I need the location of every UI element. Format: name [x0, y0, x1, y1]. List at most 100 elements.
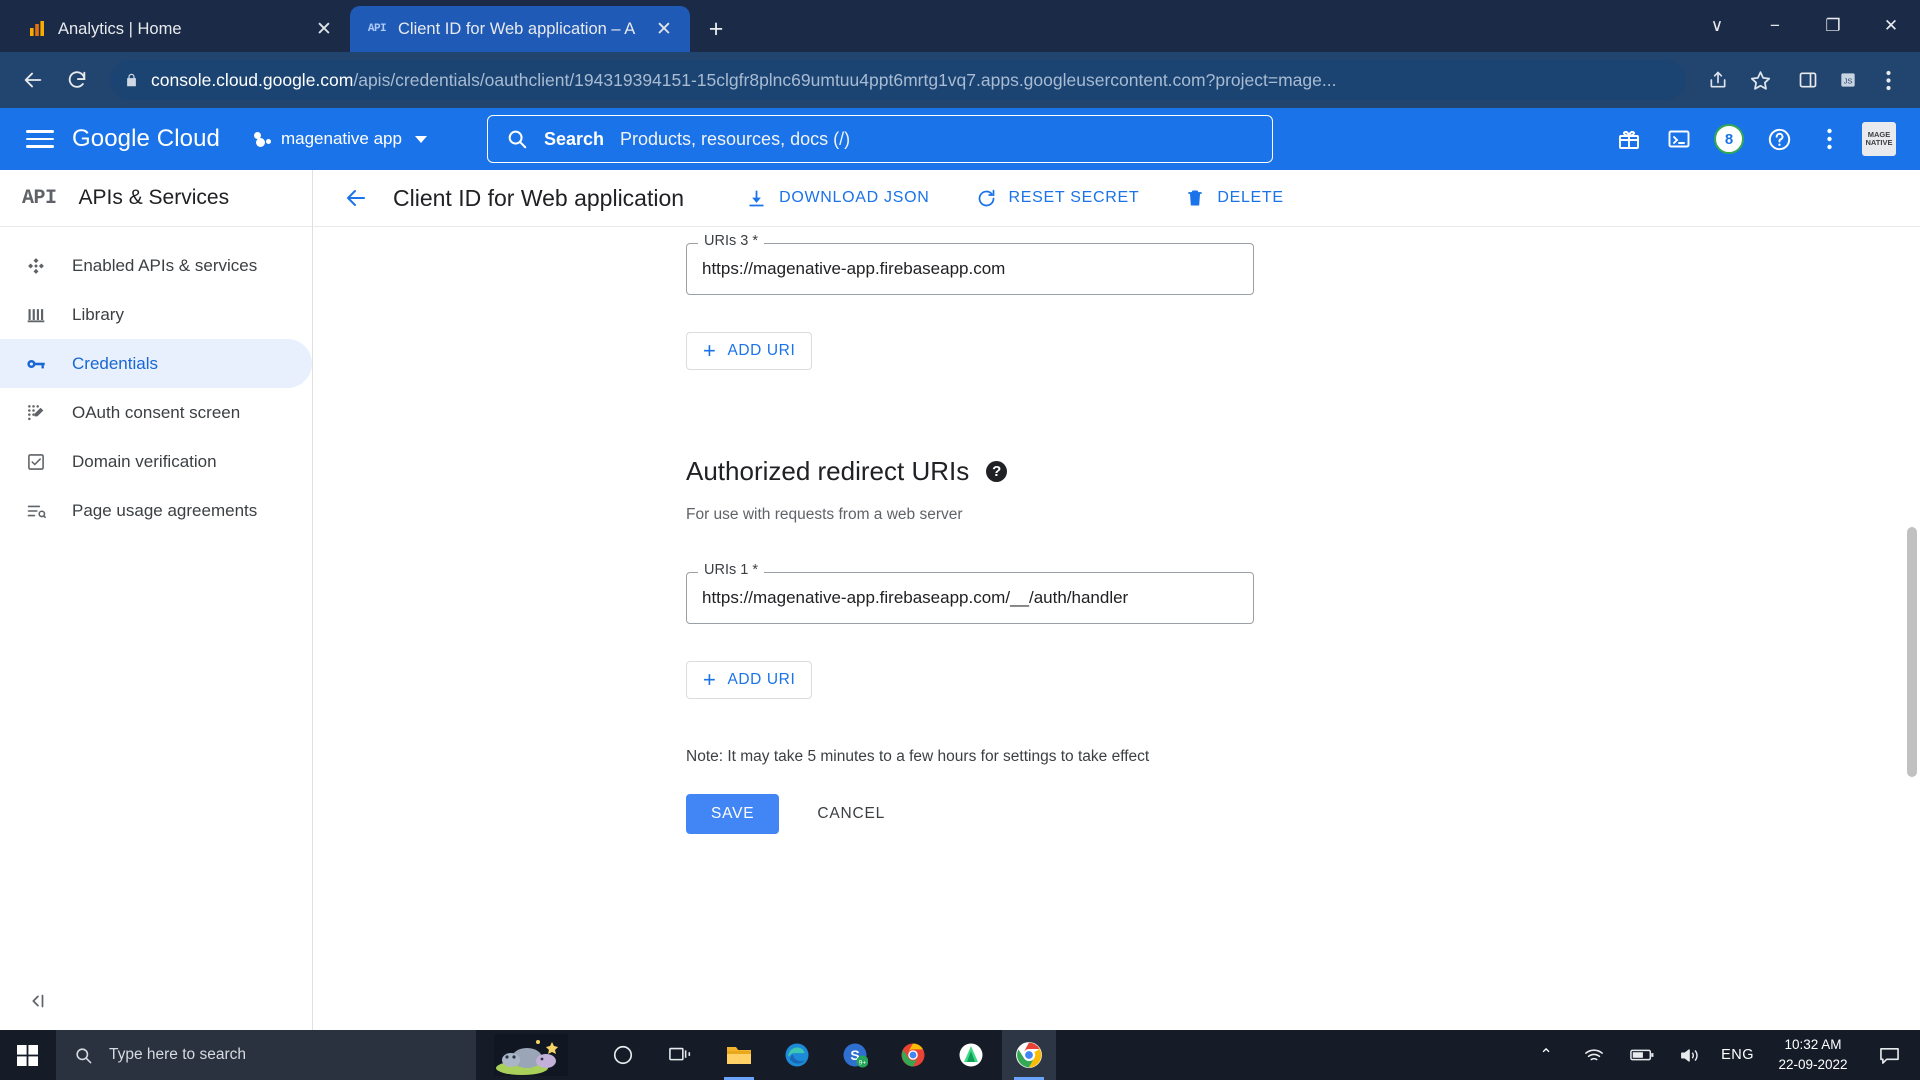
- download-json-button[interactable]: DOWNLOAD JSON: [732, 180, 943, 217]
- reset-secret-button[interactable]: RESET SECRET: [962, 180, 1154, 217]
- address-bar[interactable]: console.cloud.google.com/apis/credential…: [110, 60, 1686, 100]
- add-uri-button-origins[interactable]: + ADD URI: [686, 332, 813, 370]
- minimize-button[interactable]: −: [1746, 0, 1804, 52]
- uris-3-input[interactable]: https://magenative-app.firebaseapp.com: [686, 243, 1254, 295]
- header-actions: 8 MAGE NATIVE: [1606, 116, 1902, 162]
- section-subtitle: For use with requests from a web server: [686, 506, 963, 523]
- android-studio-icon[interactable]: [944, 1030, 998, 1080]
- app-body: API APIs & Services Enabled APIs & servi…: [0, 170, 1920, 1030]
- help-icon[interactable]: [1756, 116, 1802, 162]
- sidebar-title: APIs & Services: [78, 186, 230, 209]
- search-input[interactable]: Search Products, resources, docs (/): [486, 115, 1273, 163]
- chevron-down-icon[interactable]: ∨: [1688, 0, 1746, 52]
- project-name: magenative app: [280, 129, 402, 148]
- avatar[interactable]: MAGE NATIVE: [1856, 116, 1902, 162]
- cancel-button[interactable]: CANCEL: [799, 794, 903, 834]
- search-placeholder: Products, resources, docs (/): [620, 128, 851, 149]
- sidepanel-icon[interactable]: [1790, 62, 1826, 98]
- volume-icon[interactable]: [1673, 1047, 1707, 1064]
- reload-icon[interactable]: [58, 61, 96, 99]
- star-icon[interactable]: [1742, 62, 1778, 98]
- sidebar-item-label: Enabled APIs & services: [72, 255, 258, 275]
- save-button[interactable]: SAVE: [686, 794, 780, 834]
- main-content: Client ID for Web application DOWNLOAD J…: [313, 170, 1920, 1030]
- collapse-panel-icon[interactable]: [0, 972, 312, 1030]
- sidebar-item-library[interactable]: Library: [0, 290, 312, 339]
- omnibox-row: console.cloud.google.com/apis/credential…: [0, 52, 1920, 108]
- taskbar-search[interactable]: Type here to search: [56, 1030, 476, 1080]
- extension-icons: JS: [1784, 62, 1906, 98]
- project-dots-icon: [253, 131, 272, 147]
- search-icon: [508, 130, 527, 149]
- settings-note: Note: It may take 5 minutes to a few hou…: [686, 748, 1150, 765]
- close-icon[interactable]: ✕: [312, 17, 336, 41]
- sidebar-item-label: Credentials: [72, 353, 158, 373]
- help-icon[interactable]: ?: [986, 461, 1008, 482]
- chevron-up-icon[interactable]: ⌃: [1529, 1045, 1563, 1065]
- sidebar-item-page-usage-agreements[interactable]: Page usage agreements: [0, 486, 312, 535]
- credentials-form: URIs 3 * https://magenative-app.firebase…: [313, 227, 1920, 834]
- file-explorer-icon[interactable]: [712, 1030, 766, 1080]
- url-domain: console.cloud.google.com: [151, 69, 354, 90]
- add-uri-button-redirect[interactable]: + ADD URI: [686, 661, 813, 699]
- back-arrow-icon[interactable]: [14, 61, 52, 99]
- delete-button[interactable]: DELETE: [1171, 180, 1297, 216]
- wifi-icon[interactable]: [1577, 1047, 1611, 1063]
- task-view-icon[interactable]: [654, 1030, 708, 1080]
- clock-date: 22-09-2022: [1778, 1057, 1848, 1072]
- cortana-icon[interactable]: [596, 1030, 650, 1080]
- analytics-bars-icon: [26, 18, 48, 40]
- close-window-button[interactable]: ✕: [1862, 0, 1920, 52]
- google-chrome-icon[interactable]: [1002, 1030, 1056, 1080]
- scroll-area: URIs 3 * https://magenative-app.firebase…: [313, 227, 1920, 1030]
- section-title: Authorized redirect URIs ?: [686, 456, 1920, 487]
- snagit-icon[interactable]: S 9+: [828, 1030, 882, 1080]
- maximize-button[interactable]: ❐: [1804, 0, 1862, 52]
- download-icon: [746, 188, 767, 209]
- hamburger-icon[interactable]: [18, 117, 62, 161]
- redirect-uris-section: Authorized redirect URIs ? For use with …: [686, 456, 1920, 524]
- toolbar-label: DOWNLOAD JSON: [779, 189, 930, 206]
- gift-icon[interactable]: [1606, 116, 1652, 162]
- kebab-icon[interactable]: [1806, 116, 1852, 162]
- extension-icon[interactable]: JS: [1830, 62, 1866, 98]
- browser-tab-client-id[interactable]: API Client ID for Web application – A ✕: [350, 6, 690, 52]
- taskbar-pinned-apps: S 9+: [596, 1030, 1056, 1080]
- browser-window: Analytics | Home ✕ API Client ID for Web…: [0, 0, 1920, 1030]
- system-tray: ⌃ ENG 10:32 AM 22-09-2022: [1529, 1035, 1920, 1074]
- uris-1-field[interactable]: URIs 1 * https://magenative-app.firebase…: [686, 562, 1254, 624]
- svg-text:9+: 9+: [859, 1059, 867, 1066]
- notifications-icon[interactable]: [1872, 1046, 1906, 1065]
- agreements-icon: [24, 499, 48, 523]
- language-indicator[interactable]: ENG: [1721, 1047, 1754, 1063]
- checkbox-icon: [24, 450, 48, 474]
- project-selector[interactable]: magenative app: [246, 123, 435, 155]
- hippo-widget-icon[interactable]: [476, 1030, 586, 1080]
- browser-tab-analytics[interactable]: Analytics | Home ✕: [10, 6, 350, 52]
- microsoft-edge-icon[interactable]: [770, 1030, 824, 1080]
- sidebar-item-enabled-apis[interactable]: Enabled APIs & services: [0, 241, 312, 290]
- terminal-icon[interactable]: [1656, 116, 1702, 162]
- google-cloud-logo[interactable]: Google Cloud: [72, 125, 220, 153]
- battery-icon[interactable]: [1625, 1048, 1659, 1062]
- sidebar-item-domain-verification[interactable]: Domain verification: [0, 437, 312, 486]
- windows-start-icon[interactable]: [0, 1030, 56, 1080]
- uris-1-input[interactable]: https://magenative-app.firebaseapp.com/_…: [686, 572, 1254, 624]
- sidebar-item-label: OAuth consent screen: [72, 402, 241, 422]
- notification-badge[interactable]: 8: [1706, 116, 1752, 162]
- tab-strip: Analytics | Home ✕ API Client ID for Web…: [0, 0, 1920, 52]
- menu-kebab-icon[interactable]: [1870, 62, 1906, 98]
- close-icon[interactable]: ✕: [652, 17, 676, 41]
- sidebar-item-oauth-consent-screen[interactable]: OAuth consent screen: [0, 388, 312, 437]
- uris-3-field[interactable]: URIs 3 * https://magenative-app.firebase…: [686, 233, 1254, 295]
- clock[interactable]: 10:32 AM 22-09-2022: [1766, 1035, 1860, 1074]
- vertical-scrollbar[interactable]: [1907, 527, 1917, 777]
- page-title: Client ID for Web application: [393, 184, 685, 211]
- new-tab-button[interactable]: +: [698, 11, 734, 47]
- share-icon[interactable]: [1700, 62, 1736, 98]
- url-path: /apis/credentials/oauthclient/1943193941…: [353, 69, 1337, 90]
- chrome-canary-icon[interactable]: [886, 1030, 940, 1080]
- page-toolbar: Client ID for Web application DOWNLOAD J…: [313, 170, 1920, 227]
- sidebar-item-credentials[interactable]: Credentials: [0, 339, 312, 388]
- back-arrow-icon[interactable]: [335, 177, 377, 219]
